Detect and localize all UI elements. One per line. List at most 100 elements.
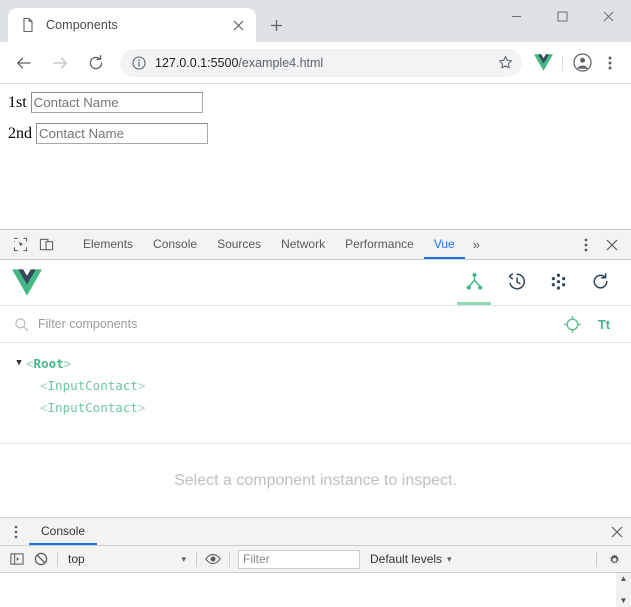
devtools-panel: Elements Console Sources Network Perform…: [0, 229, 631, 607]
console-filter-input[interactable]: [238, 549, 360, 569]
execution-context-select[interactable]: top ▾: [62, 552, 192, 566]
clear-console-icon[interactable]: [29, 548, 53, 570]
chevron-down-icon[interactable]: ▼: [12, 358, 26, 368]
console-sidebar-icon[interactable]: [5, 548, 29, 570]
devtools-right-controls: [564, 230, 631, 259]
tree-node-inputcontact-2[interactable]: <InputContact>: [12, 396, 631, 418]
bracket-open: <: [40, 399, 48, 415]
devtools-tool-buttons: [0, 230, 73, 259]
tab-title: Components: [46, 18, 118, 32]
bracket-open: <: [26, 355, 34, 371]
forward-arrow-icon[interactable]: [45, 48, 75, 78]
tree-node-label: <InputContact>: [40, 400, 145, 415]
components-tree-icon[interactable]: [457, 260, 491, 305]
account-icon[interactable]: [569, 50, 595, 76]
page-icon: [20, 17, 36, 33]
url-path: /example4.html: [238, 55, 324, 70]
console-drawer: Console top ▾ Filter Default levels ▾ ▲ …: [0, 517, 631, 607]
inspect-cursor-icon[interactable]: [7, 233, 33, 257]
component-tree: ▼ <Root> <InputContact> <InputContact>: [0, 343, 631, 443]
browser-window: Components 127.0.0.1:5500/example4.html …: [0, 0, 631, 607]
live-expression-icon[interactable]: [201, 548, 225, 570]
drawer-close-icon[interactable]: [603, 518, 631, 545]
console-scrollbar[interactable]: ▲ ▼: [616, 573, 631, 607]
console-output: ▲ ▼: [0, 573, 631, 607]
bracket-open: <: [40, 377, 48, 393]
address-bar[interactable]: 127.0.0.1:5500/example4.html: [120, 48, 522, 77]
tab-vue[interactable]: Vue: [423, 230, 465, 259]
search-icon: [12, 315, 30, 333]
inspector-empty-message: Select a component instance to inspect.: [174, 471, 457, 489]
tree-node-inputcontact-1[interactable]: <InputContact>: [12, 374, 631, 396]
log-levels-select[interactable]: Default levels ▾: [364, 552, 464, 566]
drawer-spacer: [97, 518, 603, 545]
vue-devtools-panel: Tt ▼ <Root> <InputContact> <InputContact…: [0, 260, 631, 517]
device-toggle-icon[interactable]: [33, 233, 59, 257]
devtools-close-icon[interactable]: [599, 233, 625, 257]
tab-performance[interactable]: Performance: [335, 230, 424, 259]
text-size-icon[interactable]: Tt: [591, 312, 617, 336]
bracket-close: >: [63, 355, 72, 371]
component-name: InputContact: [47, 399, 138, 415]
tree-node-label: <InputContact>: [40, 378, 145, 393]
toolbar-divider: [562, 54, 563, 71]
execution-context-value: top: [68, 552, 85, 566]
tab-console[interactable]: Console: [143, 230, 207, 259]
info-circle-icon[interactable]: [130, 54, 148, 72]
console-divider: [596, 551, 597, 567]
console-divider: [57, 551, 58, 567]
contact-row: 2nd: [8, 123, 623, 144]
tree-node-root[interactable]: ▼ <Root>: [12, 352, 631, 374]
filter-components-input[interactable]: [38, 317, 553, 331]
kebab-menu-icon[interactable]: [597, 50, 623, 76]
new-tab-button[interactable]: [262, 11, 290, 39]
contact-label: 1st: [8, 93, 27, 111]
title-bar: Components: [0, 0, 631, 42]
scroll-down-icon[interactable]: ▼: [620, 597, 628, 605]
devtools-overflow-button[interactable]: »: [465, 230, 488, 259]
drawer-tabbar: Console: [0, 518, 631, 546]
tree-node-label: <Root>: [26, 356, 71, 371]
url-text: 127.0.0.1:5500/example4.html: [155, 56, 494, 70]
refresh-icon[interactable]: [583, 260, 617, 305]
back-arrow-icon[interactable]: [9, 48, 39, 78]
reload-icon[interactable]: [81, 48, 111, 78]
console-divider: [229, 551, 230, 567]
tab-close-icon[interactable]: [228, 15, 248, 35]
contact-name-input-1[interactable]: [30, 92, 203, 113]
tab-elements[interactable]: Elements: [73, 230, 143, 259]
tab-sources[interactable]: Sources: [207, 230, 271, 259]
chevron-down-icon: ▾: [181, 553, 186, 564]
window-controls: [493, 0, 631, 32]
tab-network[interactable]: Network: [271, 230, 335, 259]
console-toolbar: top ▾ Default levels ▾: [0, 546, 631, 573]
log-levels-value: Default levels: [370, 552, 443, 566]
close-icon[interactable]: [585, 0, 631, 32]
component-name: Root: [33, 355, 64, 371]
star-icon[interactable]: [494, 52, 516, 74]
gear-icon[interactable]: [601, 548, 627, 570]
component-inspector-pane: Select a component instance to inspect.: [0, 444, 631, 517]
vue-filter-bar: Tt: [0, 306, 631, 343]
contact-name-input-2[interactable]: [36, 123, 208, 144]
drawer-tab-console[interactable]: Console: [29, 518, 98, 545]
console-divider: [196, 551, 197, 567]
vuex-dots-icon[interactable]: [541, 260, 575, 305]
vue-panel-header: [0, 260, 631, 306]
target-select-icon[interactable]: [559, 312, 585, 336]
page-viewport: 1st 2nd: [0, 84, 631, 229]
vue-extension-icon[interactable]: [530, 50, 556, 76]
minimize-icon[interactable]: [493, 0, 539, 32]
chevron-down-icon: ▾: [447, 553, 452, 564]
contact-label: 2nd: [8, 124, 32, 142]
drawer-kebab-menu-icon[interactable]: [3, 518, 29, 545]
url-host: 127.0.0.1:5500: [155, 55, 239, 70]
timeline-history-icon[interactable]: [499, 260, 533, 305]
maximize-icon[interactable]: [539, 0, 585, 32]
component-name: InputContact: [47, 377, 138, 393]
bracket-close: >: [137, 377, 146, 393]
browser-tab[interactable]: Components: [8, 8, 256, 42]
scroll-up-icon[interactable]: ▲: [620, 575, 628, 583]
devtools-kebab-menu-icon[interactable]: [573, 233, 599, 257]
vue-logo-icon: [12, 269, 42, 296]
